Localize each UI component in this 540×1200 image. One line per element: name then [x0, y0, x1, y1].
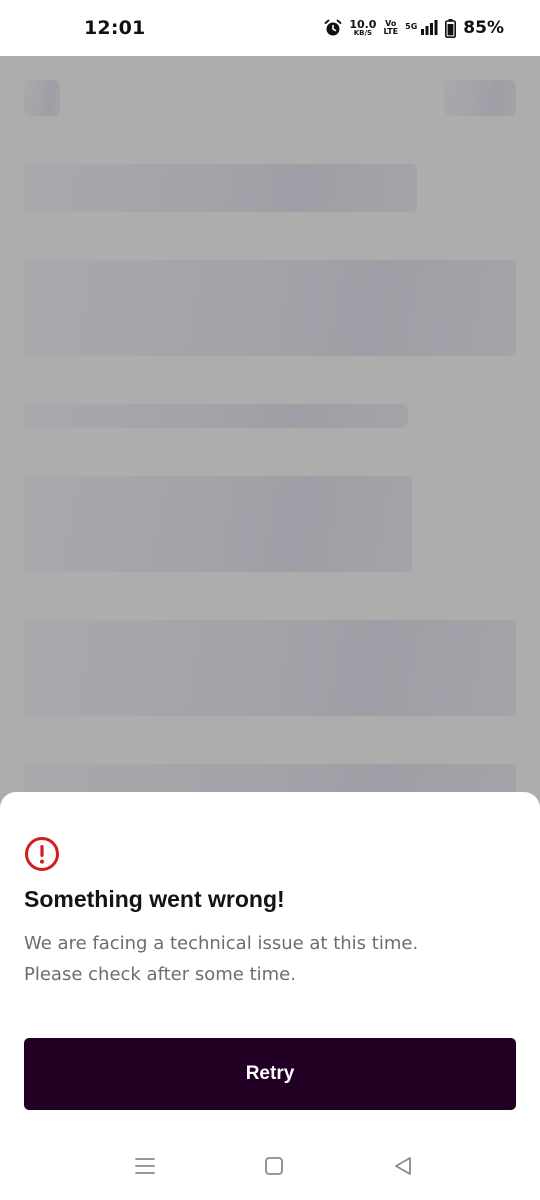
signal-icon [420, 20, 438, 36]
error-message-line: We are facing a technical issue at this … [24, 933, 419, 954]
retry-button[interactable]: Retry [24, 1038, 516, 1110]
navigation-bar [0, 1142, 540, 1192]
menu-icon[interactable] [133, 1154, 157, 1178]
skeleton-header-action [444, 80, 516, 116]
error-message: We are facing a technical issue at this … [24, 928, 504, 990]
network-speed-unit: KB/S [353, 29, 373, 37]
status-bar: 12:01 10.0 KB/S Vo LTE 5G 85% [0, 0, 540, 56]
home-icon[interactable] [262, 1154, 286, 1178]
network-speed: 10.0 KB/S [349, 19, 376, 37]
skeleton-back-button [24, 80, 60, 116]
battery-percent: 85% [463, 18, 504, 38]
status-icons: 10.0 KB/S Vo LTE 5G 85% [324, 18, 504, 38]
status-time: 12:01 [84, 17, 146, 39]
battery-icon [445, 18, 457, 38]
error-message-line: Please check after some time. [24, 964, 296, 985]
volte-indicator: Vo LTE [383, 20, 398, 36]
volte-bottom: LTE [383, 27, 399, 36]
alarm-icon [324, 19, 342, 37]
network-type: 5G [405, 22, 418, 31]
skeleton-card [24, 476, 412, 572]
error-title: Something went wrong! [24, 886, 285, 912]
error-bottom-sheet: Something went wrong! We are facing a te… [0, 792, 540, 1200]
skeleton-card [24, 620, 516, 716]
back-icon[interactable] [391, 1154, 415, 1178]
skeleton-subtitle [24, 404, 408, 428]
alert-circle-icon [24, 836, 60, 872]
skeleton-title [24, 164, 417, 212]
skeleton-card [24, 260, 516, 356]
